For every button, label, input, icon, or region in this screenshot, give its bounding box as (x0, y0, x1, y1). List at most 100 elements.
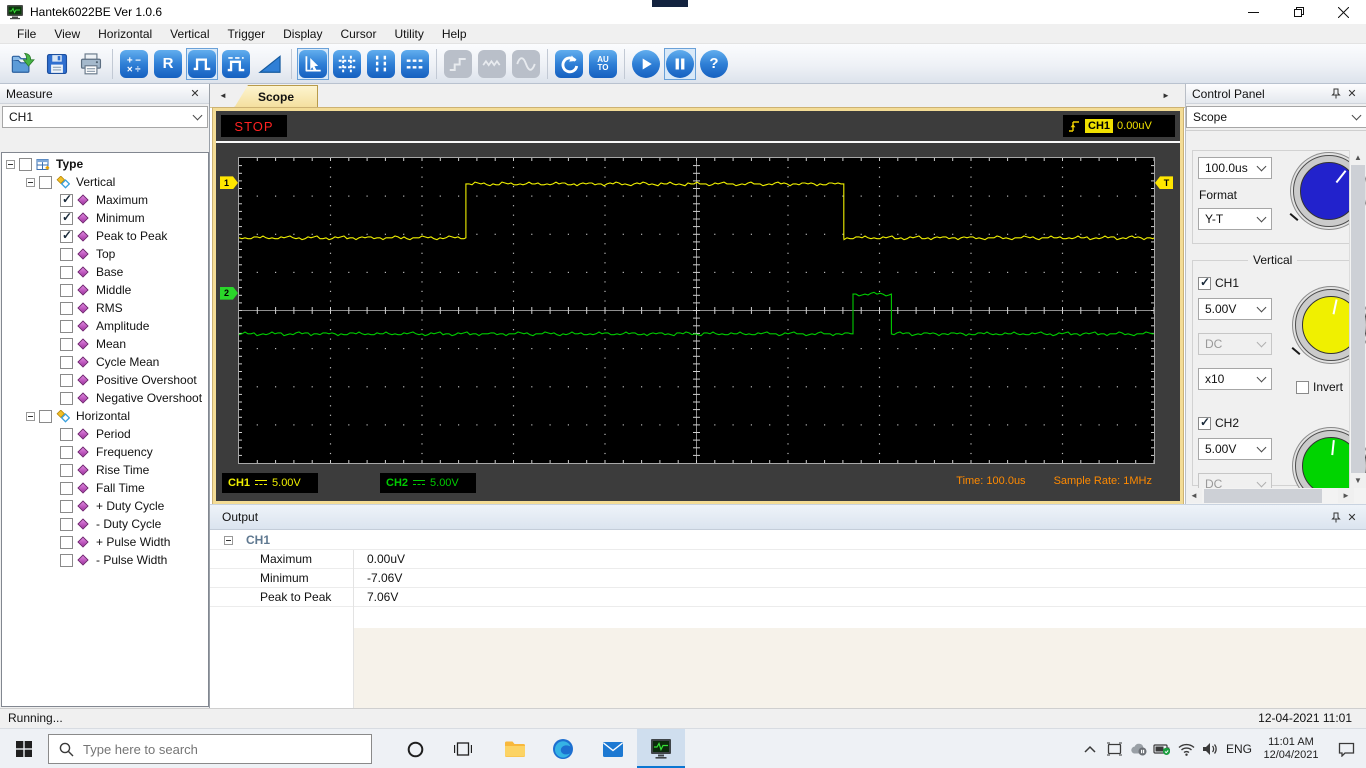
tree-item-amplitude[interactable]: Amplitude (2, 317, 208, 335)
save-button[interactable] (41, 48, 73, 80)
ch1-probe-select[interactable]: x10 (1198, 368, 1272, 390)
wifi-icon[interactable] (1174, 729, 1198, 768)
scroll-left-icon[interactable]: ◄ (1186, 488, 1202, 503)
menu-item-cursor[interactable]: Cursor (331, 25, 385, 43)
checkbox[interactable] (60, 392, 73, 405)
tree-item-frequency[interactable]: Frequency (2, 443, 208, 461)
minimize-button[interactable] (1231, 0, 1276, 24)
collapse-icon[interactable] (26, 412, 35, 421)
ramp-button[interactable] (254, 48, 286, 80)
taskbar-clock[interactable]: 11:01 AM 12/04/2021 (1256, 736, 1326, 762)
close-icon[interactable]: ✕ (1344, 86, 1360, 102)
hantek-app-button[interactable] (637, 729, 685, 768)
checkbox[interactable] (60, 464, 73, 477)
ch2-position-marker[interactable]: 2 (220, 287, 238, 300)
tree-item-top[interactable]: Top (2, 245, 208, 263)
menu-item-vertical[interactable]: Vertical (161, 25, 218, 43)
scroll-down-icon[interactable]: ▼ (1350, 473, 1366, 488)
open-button[interactable] (7, 48, 39, 80)
tree-item-cycle-mean[interactable]: Cycle Mean (2, 353, 208, 371)
horizontal-cursor-button[interactable] (399, 48, 431, 80)
control-panel-hscrollbar[interactable]: ◄ ► (1186, 488, 1366, 504)
tree-item-pulse-width[interactable]: + Pulse Width (2, 533, 208, 551)
tree-item-mean[interactable]: Mean (2, 335, 208, 353)
checkbox[interactable] (60, 338, 73, 351)
square-wave-button[interactable] (186, 48, 218, 80)
refresh-button[interactable] (553, 48, 585, 80)
tree-item-rise-time[interactable]: Rise Time (2, 461, 208, 479)
restore-button[interactable] (1276, 0, 1321, 24)
ch1-invert-checkbox[interactable]: Invert (1296, 380, 1343, 394)
tree-item-period[interactable]: Period (2, 425, 208, 443)
ch2-enable-checkbox[interactable]: CH2 (1198, 416, 1239, 430)
control-mode-select[interactable]: Scope (1186, 106, 1366, 128)
ch1-position-marker[interactable]: 1 (220, 176, 238, 189)
vertical-cursor-button[interactable] (365, 48, 397, 80)
scroll-right-icon[interactable]: ► (1338, 488, 1354, 503)
menu-item-help[interactable]: Help (433, 25, 476, 43)
language-indicator[interactable]: ENG (1222, 729, 1256, 768)
tree-item-base[interactable]: Base (2, 263, 208, 281)
format-select[interactable]: Y-T (1198, 208, 1272, 230)
help-button[interactable]: ? (698, 48, 730, 80)
close-icon[interactable]: ✕ (187, 86, 203, 102)
tree-item-negative-overshoot[interactable]: Negative Overshoot (2, 389, 208, 407)
menu-item-trigger[interactable]: Trigger (219, 25, 275, 43)
checkbox[interactable] (60, 230, 73, 243)
taskbar-search[interactable] (48, 734, 372, 764)
checkbox[interactable] (60, 266, 73, 279)
timebase-select[interactable]: 100.0us (1198, 157, 1272, 179)
checkbox[interactable] (60, 536, 73, 549)
start-button[interactable] (630, 48, 662, 80)
tree-item-horizontal[interactable]: Horizontal (2, 407, 208, 425)
tree-item-duty-cycle[interactable]: + Duty Cycle (2, 497, 208, 515)
search-input[interactable] (83, 742, 333, 757)
pulse-wave-button[interactable] (220, 48, 252, 80)
checkbox[interactable] (39, 410, 52, 423)
tab-scope[interactable]: Scope (234, 85, 318, 108)
tree-item-maximum[interactable]: Maximum (2, 191, 208, 209)
menu-item-file[interactable]: File (8, 25, 45, 43)
menu-item-utility[interactable]: Utility (385, 25, 432, 43)
checkbox[interactable] (39, 176, 52, 189)
checkbox[interactable] (60, 446, 73, 459)
tree-item-pulse-width[interactable]: - Pulse Width (2, 551, 208, 569)
onedrive-icon[interactable] (1126, 729, 1150, 768)
cortana-button[interactable] (391, 729, 439, 768)
task-view-button[interactable] (439, 729, 487, 768)
menu-item-view[interactable]: View (45, 25, 89, 43)
cursor-select-button[interactable] (297, 48, 329, 80)
scroll-up-icon[interactable]: ▲ (1350, 150, 1366, 165)
menu-item-horizontal[interactable]: Horizontal (89, 25, 161, 43)
close-button[interactable] (1321, 0, 1366, 24)
mail-button[interactable] (589, 729, 637, 768)
checkbox[interactable] (60, 194, 73, 207)
collapse-icon[interactable] (224, 536, 233, 545)
action-center-button[interactable] (1326, 729, 1366, 768)
checkbox[interactable] (60, 248, 73, 261)
ch1-enable-checkbox[interactable]: CH1 (1198, 276, 1239, 290)
collapse-icon[interactable] (26, 178, 35, 187)
pin-icon[interactable] (1328, 509, 1344, 525)
checkbox[interactable] (60, 284, 73, 297)
ch1-scale-select[interactable]: 5.00V (1198, 298, 1272, 320)
math-button[interactable]: +−×÷ (118, 48, 150, 80)
edge-button[interactable] (539, 729, 587, 768)
tree-item-minimum[interactable]: Minimum (2, 209, 208, 227)
autoset-button[interactable]: AUTO (587, 48, 619, 80)
reference-button[interactable]: R (152, 48, 184, 80)
close-icon[interactable]: ✕ (1344, 509, 1360, 525)
checkbox[interactable] (60, 302, 73, 315)
tree-item-vertical[interactable]: Vertical (2, 173, 208, 191)
checkbox[interactable] (60, 518, 73, 531)
tree-item-type[interactable]: Type (2, 155, 208, 173)
tab-scroll-left-icon[interactable]: ◄ (219, 91, 227, 100)
volume-icon[interactable] (1198, 729, 1222, 768)
tree-item-fall-time[interactable]: Fall Time (2, 479, 208, 497)
checkbox[interactable] (60, 428, 73, 441)
menu-item-display[interactable]: Display (274, 25, 331, 43)
checkbox[interactable] (60, 356, 73, 369)
tree-item-positive-overshoot[interactable]: Positive Overshoot (2, 371, 208, 389)
trigger-level-marker[interactable]: T (1155, 176, 1173, 189)
tree-item-peak-to-peak[interactable]: Peak to Peak (2, 227, 208, 245)
